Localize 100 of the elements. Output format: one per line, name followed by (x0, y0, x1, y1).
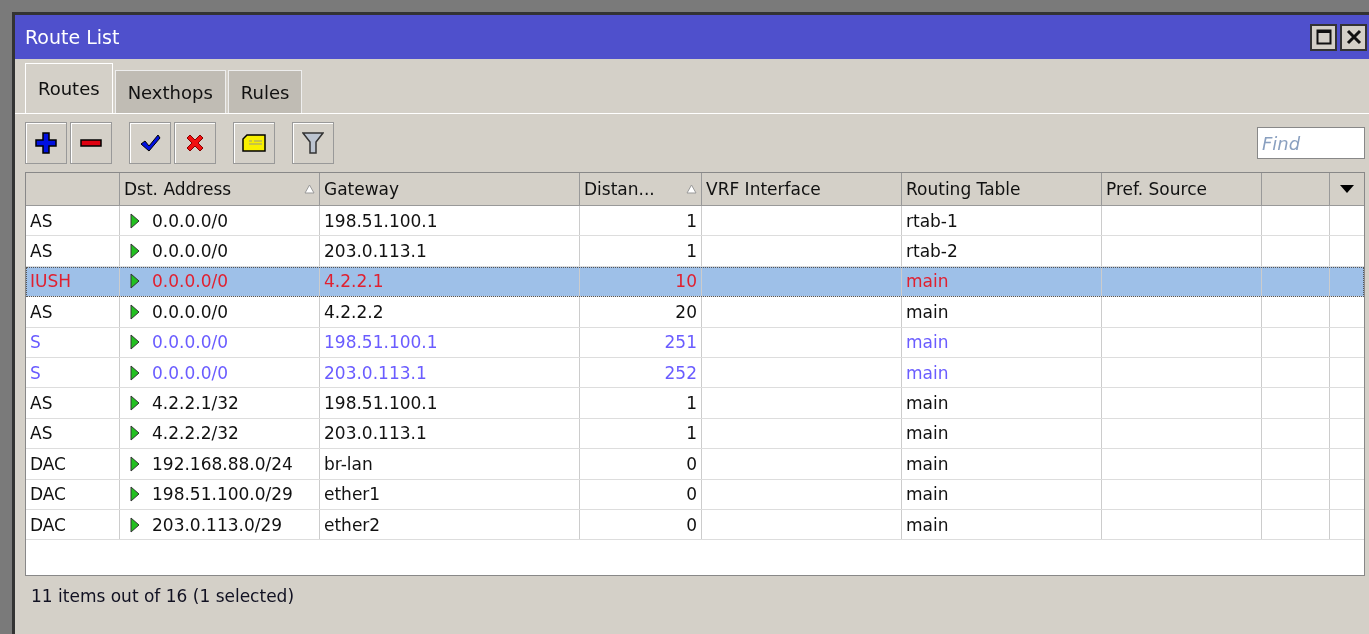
routing-table-text: main (906, 393, 949, 414)
distance-text: 252 (664, 362, 697, 383)
window-title: Route List (25, 26, 121, 48)
expand-arrow-icon[interactable] (130, 334, 140, 351)
dst-address-text: 203.0.113.0/29 (152, 514, 283, 535)
flags-text: AS (30, 423, 53, 444)
dropdown-icon (1340, 185, 1354, 193)
distance-text: 0 (686, 453, 697, 474)
flags-text: AS (30, 393, 53, 414)
column-header[interactable]: Pref. Source (1102, 173, 1262, 205)
column-header[interactable]: Dst. Address (120, 173, 320, 205)
routing-table-text: rtab-2 (906, 241, 958, 262)
x-mark-icon (184, 132, 206, 154)
expand-arrow-icon[interactable] (130, 212, 140, 229)
dst-address-text: 0.0.0.0/0 (152, 241, 229, 262)
routing-table-text: main (906, 514, 949, 535)
table-row[interactable]: AS 0.0.0.0/0 4.2.2.2 20 main (26, 297, 1364, 328)
routing-table-text: main (906, 362, 949, 383)
disable-button[interactable] (174, 122, 216, 164)
expand-arrow-icon[interactable] (130, 364, 140, 381)
dst-address-text: 4.2.2.2/32 (152, 423, 239, 444)
flags-text: DAC (30, 514, 66, 535)
status-text: 11 items out of 16 (1 selected) (31, 586, 295, 606)
expand-arrow-icon[interactable] (130, 273, 140, 290)
expand-arrow-icon[interactable] (130, 395, 140, 412)
table-row[interactable]: AS 0.0.0.0/0 203.0.113.1 1 rtab-2 (26, 236, 1364, 267)
table-row[interactable]: AS 0.0.0.0/0 198.51.100.1 1 rtab-1 (26, 206, 1364, 237)
distance-text: 251 (664, 332, 697, 353)
maximize-icon (1315, 29, 1332, 45)
distance-text: 0 (686, 484, 697, 505)
dst-address-text: 0.0.0.0/0 (152, 362, 229, 383)
distance-text: 1 (686, 393, 697, 414)
column-header[interactable]: Gateway (320, 173, 580, 205)
expand-arrow-icon[interactable] (130, 425, 140, 442)
comment-button[interactable] (233, 122, 275, 164)
distance-text: 1 (686, 423, 697, 444)
dst-address-text: 0.0.0.0/0 (152, 301, 229, 322)
table-row[interactable]: S 0.0.0.0/0 198.51.100.1 251 main (26, 327, 1364, 358)
expand-arrow-icon[interactable] (130, 243, 140, 260)
gateway-text: 198.51.100.1 (324, 210, 438, 231)
column-header[interactable]: Routing Table (902, 173, 1102, 205)
flags-text: AS (30, 210, 53, 231)
routing-table-text: main (906, 332, 949, 353)
close-button[interactable] (1340, 23, 1367, 51)
flags-text: DAC (30, 453, 66, 474)
dst-address-text: 0.0.0.0/0 (152, 332, 229, 353)
routing-table-text: main (906, 271, 949, 292)
close-icon (1345, 29, 1362, 45)
flags-text: IUSH (30, 271, 72, 292)
table-row[interactable]: AS 4.2.2.1/32 198.51.100.1 1 main (26, 388, 1364, 419)
tab[interactable]: Rules (227, 70, 303, 113)
routing-table-text: main (906, 301, 949, 322)
gateway-text: 198.51.100.1 (324, 332, 438, 353)
find-field[interactable]: Find (1257, 127, 1365, 159)
table-row[interactable]: S 0.0.0.0/0 203.0.113.1 252 main (26, 357, 1364, 389)
expand-arrow-icon[interactable] (130, 486, 140, 503)
routing-table-text: main (906, 423, 949, 444)
gateway-text: 198.51.100.1 (324, 393, 438, 414)
expand-arrow-icon[interactable] (130, 516, 140, 533)
routing-table-text: main (906, 484, 949, 505)
gateway-text: 4.2.2.1 (324, 271, 384, 292)
dst-address-text: 198.51.100.0/29 (152, 484, 293, 505)
table-row[interactable]: DAC 198.51.100.0/29 ether1 0 main (26, 479, 1364, 510)
plus-icon (35, 132, 57, 154)
distance-text: 10 (675, 271, 697, 292)
table-row[interactable]: DAC 203.0.113.0/29 ether2 0 main (26, 509, 1364, 541)
flags-text: AS (30, 241, 53, 262)
distance-text: 20 (675, 301, 697, 322)
filter-icon (302, 131, 324, 155)
gateway-text: ether1 (324, 484, 381, 505)
flags-text: AS (30, 301, 53, 322)
maximize-button[interactable] (1310, 23, 1337, 51)
remove-button[interactable] (70, 122, 112, 164)
expand-arrow-icon[interactable] (130, 455, 140, 472)
sort-arrow-icon (686, 184, 697, 194)
add-button[interactable] (25, 122, 67, 164)
dst-address-text: 0.0.0.0/0 (152, 210, 229, 231)
flags-text: DAC (30, 484, 66, 505)
flags-text: S (30, 332, 41, 353)
flags-text: S (30, 362, 41, 383)
expand-arrow-icon[interactable] (130, 303, 140, 320)
gateway-text: 203.0.113.1 (324, 423, 427, 444)
sort-arrow-icon (304, 184, 315, 194)
enable-button[interactable] (129, 122, 171, 164)
dst-address-text: 192.168.88.0/24 (152, 453, 293, 474)
gateway-text: 203.0.113.1 (324, 241, 427, 262)
tab[interactable]: Nexthops (114, 70, 226, 113)
table-row[interactable]: DAC 192.168.88.0/24 br-lan 0 main (26, 449, 1364, 480)
note-icon (241, 132, 267, 154)
distance-text: 1 (686, 210, 697, 231)
gateway-text: br-lan (324, 453, 373, 474)
column-header[interactable]: VRF Interface (702, 173, 902, 205)
gateway-text: 203.0.113.1 (324, 362, 427, 383)
dst-address-text: 4.2.2.1/32 (152, 393, 239, 414)
filter-button[interactable] (292, 122, 334, 164)
table-row[interactable]: AS 4.2.2.2/32 203.0.113.1 1 main (26, 418, 1364, 450)
routing-table-text: rtab-1 (906, 210, 958, 231)
dst-address-text: 0.0.0.0/0 (152, 271, 229, 292)
tab[interactable]: Routes (25, 63, 113, 113)
column-header[interactable]: Distan... (580, 173, 702, 205)
